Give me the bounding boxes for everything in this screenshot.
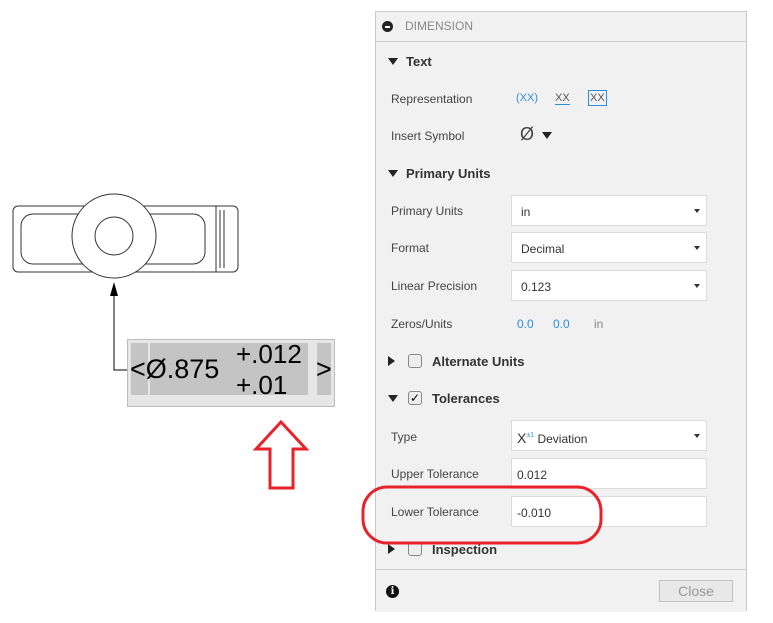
diameter-symbol-button[interactable]: Ø [520,124,534,145]
panel-title: DIMENSION [405,19,474,33]
primary-units-select[interactable]: in [511,195,707,226]
chevron-down-icon [694,284,700,288]
chevron-down-icon [694,434,700,438]
representation-label: Representation [391,92,473,106]
close-bracket: > [316,354,332,384]
section-primary-units: Primary Units [406,166,491,181]
expand-triangle-icon[interactable] [388,170,398,177]
collapsed-triangle-icon[interactable] [388,356,395,366]
tolerance-type-select[interactable]: X±1 Deviation [511,420,707,451]
deviation-icon: X [517,430,527,446]
dimension-annotation[interactable]: <Ø.875 +.012 +.01 > [127,339,335,407]
section-text: Text [406,54,432,69]
section-alternate-units: Alternate Units [432,354,525,369]
units-toggle[interactable]: in [594,317,603,331]
expand-triangle-icon[interactable] [388,58,398,65]
chevron-down-icon [694,246,700,250]
zeros-units-label: Zeros/Units [391,317,453,331]
close-button[interactable]: Close [659,580,733,602]
lower-tolerance-text: +.01 [236,370,288,400]
info-icon[interactable]: i [386,585,399,598]
linear-precision-select[interactable]: 0.123 [511,270,707,301]
linear-precision-value: 0.123 [521,280,552,294]
upper-tolerance-text: +.012 [236,339,302,369]
chevron-down-icon [694,209,700,213]
type-label: Type [391,430,418,444]
red-highlight-ellipse [361,485,603,545]
symbol-dropdown-icon[interactable] [542,132,552,139]
format-select[interactable]: Decimal [511,232,707,263]
panel-footer: i Close [376,569,746,612]
upper-tolerance-label: Upper Tolerance [391,467,479,481]
leading-zeros-toggle[interactable]: 0.0 [517,317,534,331]
tolerances-checkbox[interactable]: ✓ [408,391,422,405]
primary-units-label: Primary Units [391,204,464,218]
tolerance-type-value: Deviation [537,432,588,446]
linear-precision-label: Linear Precision [391,279,478,293]
upper-tolerance-value: 0.012 [517,468,548,482]
primary-units-value: in [521,205,531,219]
section-tolerances: Tolerances [432,391,500,406]
red-arrow-annotation [252,419,310,490]
rep-option-underline[interactable]: XX [555,92,570,105]
insert-symbol-label: Insert Symbol [391,129,465,143]
format-value: Decimal [521,242,565,256]
panel-header: DIMENSION [376,12,746,42]
dimension-value: <Ø.875 [130,354,220,384]
trailing-zeros-toggle[interactable]: 0.0 [553,317,570,331]
expand-triangle-icon[interactable] [388,395,398,402]
rep-option-boxed[interactable]: XX [588,90,607,106]
collapse-icon[interactable] [382,21,393,32]
rep-option-parens[interactable]: (XX) [516,92,538,104]
alternate-units-checkbox[interactable] [408,354,422,368]
format-label: Format [391,241,430,255]
